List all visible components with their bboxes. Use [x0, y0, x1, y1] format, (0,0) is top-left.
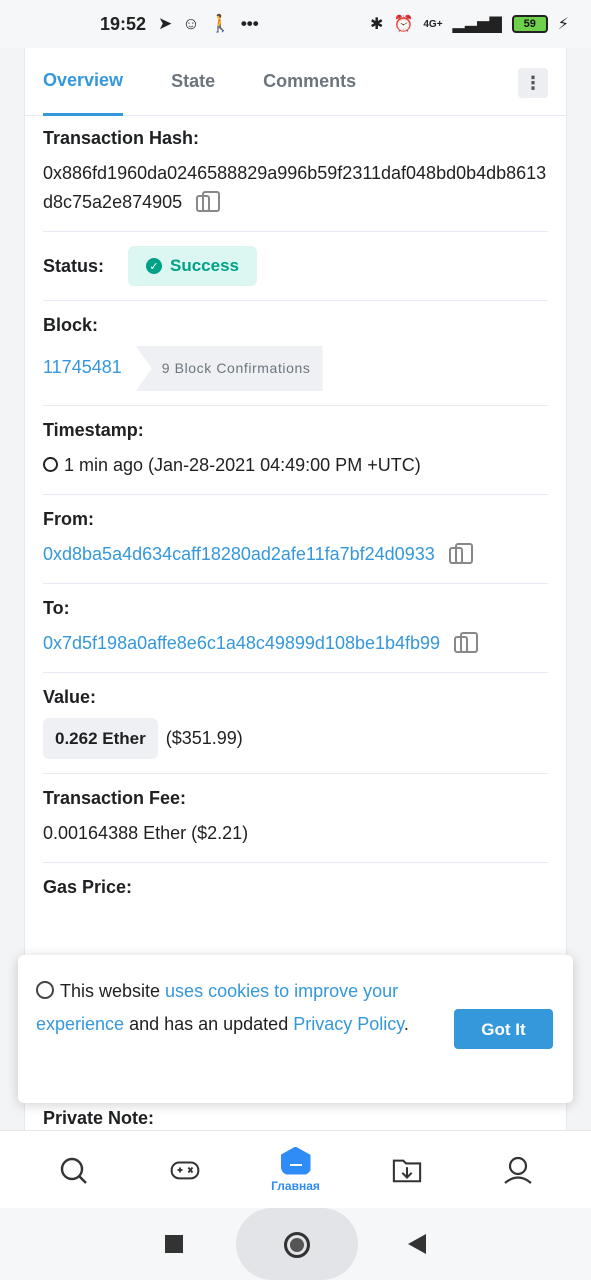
block-value-wrap: 11745481 9 Block Confirmations — [43, 346, 548, 391]
timestamp-value-wrap: 1 min ago (Jan-28-2021 04:49:00 PM +UTC) — [43, 451, 548, 480]
to-label: To: — [43, 598, 70, 618]
signal-icon: ▂▃▅▇ — [452, 16, 502, 33]
cookie-text: This website uses cookies to improve you… — [36, 975, 446, 1041]
walking-icon: 🚶 — [209, 14, 231, 33]
telegram-icon: ➤ — [158, 14, 173, 33]
nav-home-label: Главная — [271, 1178, 320, 1193]
cookie-text-middle: and has an updated — [124, 1014, 294, 1034]
block-label: Block: — [43, 315, 99, 335]
download-folder-icon — [392, 1159, 421, 1182]
value-label: Value: — [43, 687, 97, 707]
home-button[interactable] — [236, 1208, 358, 1280]
block-number-link[interactable]: 11745481 — [43, 357, 122, 377]
tab-state[interactable]: State — [171, 48, 215, 116]
copy-icon[interactable] — [448, 542, 473, 564]
search-icon — [60, 1157, 87, 1184]
block-row: Block: 11745481 9 Block Confirmations — [43, 301, 548, 406]
cookie-icon — [36, 981, 54, 999]
gas-label: Gas Price: — [43, 877, 133, 897]
home-circle-icon — [284, 1232, 310, 1258]
copy-icon[interactable] — [196, 190, 221, 212]
privacy-policy-link[interactable]: Privacy Policy — [293, 1014, 404, 1034]
gas-row: Gas Price: — [43, 863, 548, 922]
tab-bar: Overview State Comments ⋮ — [25, 48, 566, 116]
private-note-label: Private Note: — [43, 1108, 155, 1128]
nav-home[interactable]: Главная — [266, 1146, 326, 1193]
cookie-text-before: This website — [60, 981, 166, 1001]
nav-profile[interactable] — [488, 1156, 548, 1184]
fee-row: Transaction Fee: 0.00164388 Ether ($2.21… — [43, 774, 548, 863]
alien-icon: ☺ — [182, 14, 200, 33]
system-navigation — [0, 1208, 591, 1280]
home-icon — [280, 1146, 311, 1175]
nav-games[interactable] — [155, 1156, 215, 1184]
tab-overview[interactable]: Overview — [43, 48, 124, 116]
bottom-navigation: Главная — [0, 1130, 591, 1208]
hash-row: Transaction Hash: 0x886fd1960da024658882… — [43, 116, 548, 232]
fee-value: 0.00164388 Ether ($2.21) — [43, 823, 249, 843]
to-value-wrap: 0x7d5f198a0affe8e6c1a48c49899d108be1b4fb… — [43, 629, 548, 658]
recent-apps-icon[interactable] — [165, 1235, 183, 1253]
more-vertical-icon[interactable]: ⋮ — [518, 68, 548, 98]
bluetooth-icon: ✱ — [370, 16, 384, 33]
more-dots-icon: ••• — [240, 14, 259, 33]
status-badge: ✓ Success — [128, 246, 257, 286]
profile-icon — [503, 1156, 532, 1184]
transaction-hash: 0x886fd1960da0246588829a996b59f2311daf04… — [43, 163, 547, 212]
nav-search[interactable] — [44, 1156, 104, 1184]
timestamp-row: Timestamp: 1 min ago (Jan-28-2021 04:49:… — [43, 406, 548, 495]
check-circle-icon: ✓ — [146, 258, 162, 274]
from-address-link[interactable]: 0xd8ba5a4d634caff18280ad2afe11fa7bf24d09… — [43, 544, 435, 564]
to-address-link[interactable]: 0x7d5f198a0affe8e6c1a48c49899d108be1b4fb… — [43, 633, 440, 653]
hash-label: Transaction Hash: — [43, 128, 200, 148]
timestamp-label: Timestamp: — [43, 420, 144, 440]
value-wrap: 0.262 Ether ($351.99) — [43, 718, 548, 759]
from-label: From: — [43, 509, 94, 529]
network-type: 4G+ — [423, 18, 443, 30]
alarm-icon: ⏰ — [393, 16, 414, 33]
status-row: Status: ✓ Success — [43, 232, 548, 301]
value-usd: ($351.99) — [165, 728, 243, 748]
fee-label: Transaction Fee: — [43, 788, 187, 808]
battery-icon: 59 — [511, 15, 548, 33]
confirmations-badge: 9 Block Confirmations — [135, 346, 323, 391]
status-text: Success — [170, 256, 239, 275]
timestamp-value: 1 min ago (Jan-28-2021 04:49:00 PM +UTC) — [64, 455, 421, 475]
back-icon[interactable] — [408, 1234, 426, 1254]
private-note-row: Private Note: — [43, 1108, 154, 1130]
cookie-banner: This website uses cookies to improve you… — [18, 955, 573, 1103]
status-bar: 19:52 ➤ ☺ 🚶 ••• ✱ ⏰ 4G+ ▂▃▅▇ 59 ⚡ — [0, 0, 591, 48]
to-row: To: 0x7d5f198a0affe8e6c1a48c49899d108be1… — [43, 584, 548, 673]
gamepad-icon — [170, 1160, 199, 1179]
cookie-text-after: . — [403, 1014, 409, 1034]
status-time: 19:52 — [100, 13, 147, 34]
from-value-wrap: 0xd8ba5a4d634caff18280ad2afe11fa7bf24d09… — [43, 540, 548, 569]
from-row: From: 0xd8ba5a4d634caff18280ad2afe11fa7b… — [43, 495, 548, 584]
value-row: Value: 0.262 Ether ($351.99) — [43, 673, 548, 774]
tab-comments[interactable]: Comments — [263, 48, 356, 116]
status-right: ✱ ⏰ 4G+ ▂▃▅▇ 59 ⚡ — [370, 14, 569, 34]
hash-value-wrap: 0x886fd1960da0246588829a996b59f2311daf04… — [43, 159, 548, 217]
value-ether-pill: 0.262 Ether — [43, 718, 158, 759]
nav-downloads[interactable] — [377, 1156, 437, 1184]
copy-icon[interactable] — [454, 631, 479, 653]
status-label: Status: — [43, 255, 105, 276]
charging-icon: ⚡ — [557, 16, 569, 33]
got-it-button[interactable]: Got It — [454, 1009, 553, 1049]
clock-icon — [43, 457, 58, 472]
